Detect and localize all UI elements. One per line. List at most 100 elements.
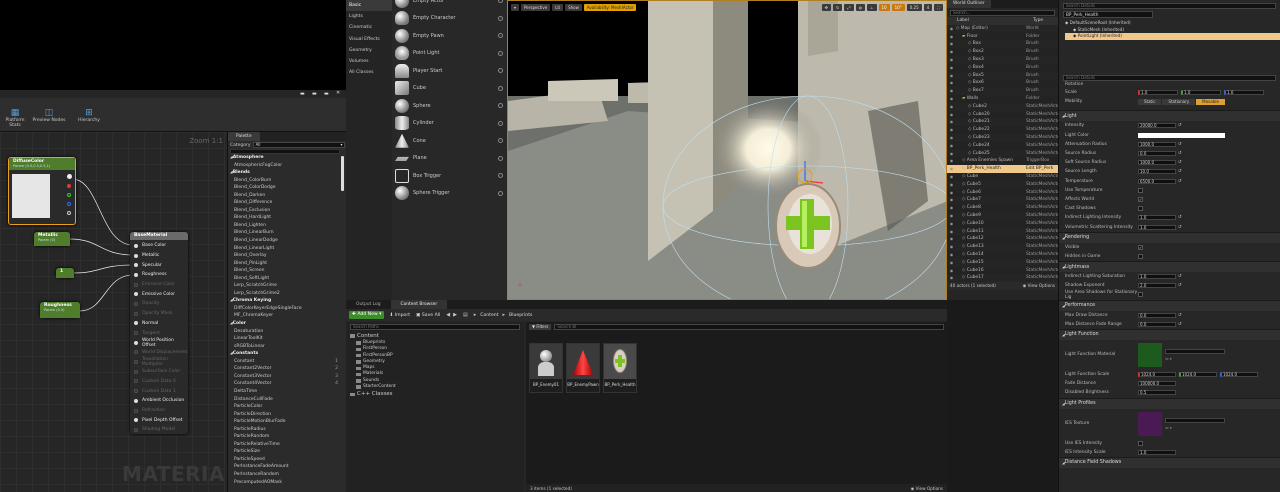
outliner-row[interactable]: ◉◇ Cube11StaticMeshActor [947, 228, 1058, 236]
pin-connector[interactable] [134, 321, 138, 326]
material-input-pin[interactable]: Shading Model [130, 425, 188, 435]
tab-palette[interactable]: Palette [228, 132, 260, 141]
outliner-row[interactable]: ◉ ◇ Box Brush [947, 40, 1058, 48]
property-checkbox[interactable] [1138, 206, 1143, 212]
palette-item[interactable]: DiffColorKeyerEdgeSingleFace [228, 305, 340, 313]
breadcrumb-content[interactable]: Content [480, 313, 498, 318]
visibility-eye-icon[interactable]: ◉ [947, 274, 956, 282]
help-icon[interactable] [498, 85, 503, 91]
maximize-icon[interactable]: ▬ [324, 91, 329, 97]
pin-connector[interactable] [134, 272, 138, 277]
palette-item[interactable]: LinearToolKit [228, 335, 340, 343]
reset-icon[interactable]: ↺ [1178, 322, 1182, 327]
help-icon[interactable] [498, 138, 503, 144]
outliner-row[interactable]: ◉◇ Cube21StaticMeshActor [947, 118, 1058, 126]
outliner-row[interactable]: ◉◇ Cube17StaticMeshActor [947, 274, 1058, 282]
palette-scrollbar[interactable] [341, 156, 344, 191]
help-icon[interactable] [498, 68, 503, 74]
material-input-pin[interactable]: World Position Offset [130, 338, 188, 348]
visibility-eye-icon[interactable]: ◉ [947, 118, 956, 126]
section-header[interactable]: ◢ Performance [1059, 299, 1280, 311]
camera-speed-value[interactable]: 4 [923, 3, 933, 11]
palette-item[interactable]: sRGBToLinear [228, 343, 340, 351]
diffuse-color-node[interactable]: DiffuseColor Param (0.5,0.5,0.5,1) [8, 157, 76, 225]
browse-icons[interactable]: ⇦ ⌕ [1165, 356, 1225, 361]
palette-item[interactable]: Blend_Difference [228, 199, 340, 207]
palette-item[interactable]: MF_ChromaKeyer [228, 312, 340, 320]
section-header[interactable]: ◢ Lightmass [1059, 261, 1280, 272]
asset-search-input[interactable]: Search Bl [554, 323, 944, 330]
reset-icon[interactable]: ↺ [1178, 274, 1182, 279]
reset-icon[interactable]: ↺ [1178, 313, 1182, 318]
palette-item[interactable]: Lerp_ScratchGrime2 [228, 290, 340, 298]
rotation-snap-value[interactable]: 10° [891, 3, 905, 11]
outliner-row[interactable]: ◉◇ Cube6StaticMeshActor [947, 188, 1058, 197]
section-header[interactable]: ◢ Rendering [1059, 231, 1280, 243]
reset-icon[interactable]: ↺ [1178, 225, 1182, 230]
category-select[interactable]: All ▾ [252, 142, 345, 148]
material-input-pin[interactable]: Specular [130, 260, 188, 270]
property-checkbox[interactable] [1138, 292, 1143, 298]
material-input-pin[interactable]: Subsurface Color [130, 367, 188, 377]
outliner-row[interactable]: ◉ ◇ Area Enemies Spawn TriggerBox [947, 157, 1058, 166]
material-input-pin[interactable]: Opacity [130, 299, 188, 309]
material-input-pin[interactable]: World Displacement [130, 348, 188, 358]
visibility-eye-icon[interactable]: ◉ [947, 56, 956, 64]
scale-field[interactable]: 1024.0 [1179, 372, 1217, 378]
pin-connector[interactable] [134, 292, 138, 297]
visibility-eye-icon[interactable]: ◉ [947, 48, 956, 56]
place-item-point-light[interactable]: Point Light [392, 45, 507, 63]
material-preview-viewport[interactable] [0, 0, 346, 90]
pin-connector[interactable] [134, 379, 138, 384]
palette-item[interactable]: ParticleRandom [228, 433, 340, 441]
asset-dropdown[interactable] [1165, 348, 1225, 354]
palette-item[interactable]: Blend_ColorDodge [228, 184, 340, 192]
folder-icon[interactable]: ▤ [463, 312, 468, 318]
roughness-node[interactable]: Roughness Param (0.5) [40, 302, 80, 318]
surface-snap-icon[interactable]: ⊥ [867, 3, 877, 11]
maximize-viewport-icon[interactable]: ⛶ [934, 3, 943, 11]
category-visual-effects[interactable]: Visual Effects [346, 34, 392, 45]
property-field[interactable]: 1.0 [1138, 449, 1176, 455]
filters-button[interactable]: ▼ Filters [529, 323, 552, 330]
pin-connector[interactable] [134, 350, 138, 355]
scale-field[interactable]: 1024.0 [1220, 372, 1258, 378]
property-field[interactable]: 6500.0 [1138, 178, 1176, 184]
tab-output-log[interactable]: Output Log [346, 300, 391, 309]
viewport-options-button[interactable]: ▾ [511, 3, 520, 11]
palette-item[interactable]: Blend_PinLight [228, 260, 340, 268]
palette-item[interactable]: Constant2Vector 2 [228, 365, 340, 373]
palette-category[interactable]: ◢Color [228, 320, 340, 328]
asset-dropdown[interactable] [1165, 417, 1225, 423]
back-icon[interactable]: ◀ [446, 312, 450, 318]
outliner-row[interactable]: ◉◇ Cube25StaticMeshActor [947, 150, 1058, 158]
palette-item[interactable]: ParticleRadius [228, 426, 340, 434]
material-input-pin[interactable]: Emissive Color [130, 289, 188, 299]
reset-icon[interactable]: ↺ [1178, 283, 1182, 288]
place-item-sphere-trigger[interactable]: Sphere Trigger [392, 185, 507, 203]
browse-icons[interactable]: ⇦ ⌕ [1165, 425, 1225, 430]
material-input-pin[interactable]: Pixel Depth Offset [130, 415, 188, 425]
outliner-row[interactable]: ◉◇ Cube13StaticMeshActor [947, 243, 1058, 251]
material-graph-canvas[interactable]: Zoom 1:1 MATERIAL DiffuseColor Param (0.… [0, 132, 227, 492]
visibility-eye-icon[interactable]: ◉ [947, 212, 956, 220]
help-icon[interactable] [498, 190, 503, 196]
level-viewport[interactable]: ⟂ ▾ Perspective Lit Show Availability: M… [507, 0, 947, 300]
visibility-eye-icon[interactable]: ◉ [947, 204, 956, 212]
visibility-eye-icon[interactable]: ◉ [947, 157, 956, 165]
section-header[interactable]: ◢ Light Profiles [1059, 397, 1280, 409]
visibility-eye-icon[interactable]: ◉ [947, 243, 956, 251]
output-pin-r[interactable] [67, 184, 71, 188]
outliner-row[interactable]: ◉◇ Cube8StaticMeshActor [947, 204, 1058, 212]
visibility-eye-icon[interactable]: ◉ [947, 95, 956, 103]
outliner-row[interactable]: ◉ ◇ Box4 Brush [947, 63, 1058, 72]
outliner-search-input[interactable]: Search... [950, 9, 1055, 16]
tab-world-outliner[interactable]: World Outliner [947, 0, 991, 8]
column-type[interactable]: Type [1027, 17, 1058, 25]
help-icon[interactable] [498, 120, 503, 126]
palette-item[interactable]: PrecomputedAOMask [228, 479, 340, 486]
material-input-pin[interactable]: Refraction [130, 406, 188, 416]
perspective-button[interactable]: Perspective [521, 3, 551, 11]
property-field[interactable]: 0.0 [1138, 312, 1176, 318]
property-field[interactable]: 1.0 [1138, 274, 1176, 280]
